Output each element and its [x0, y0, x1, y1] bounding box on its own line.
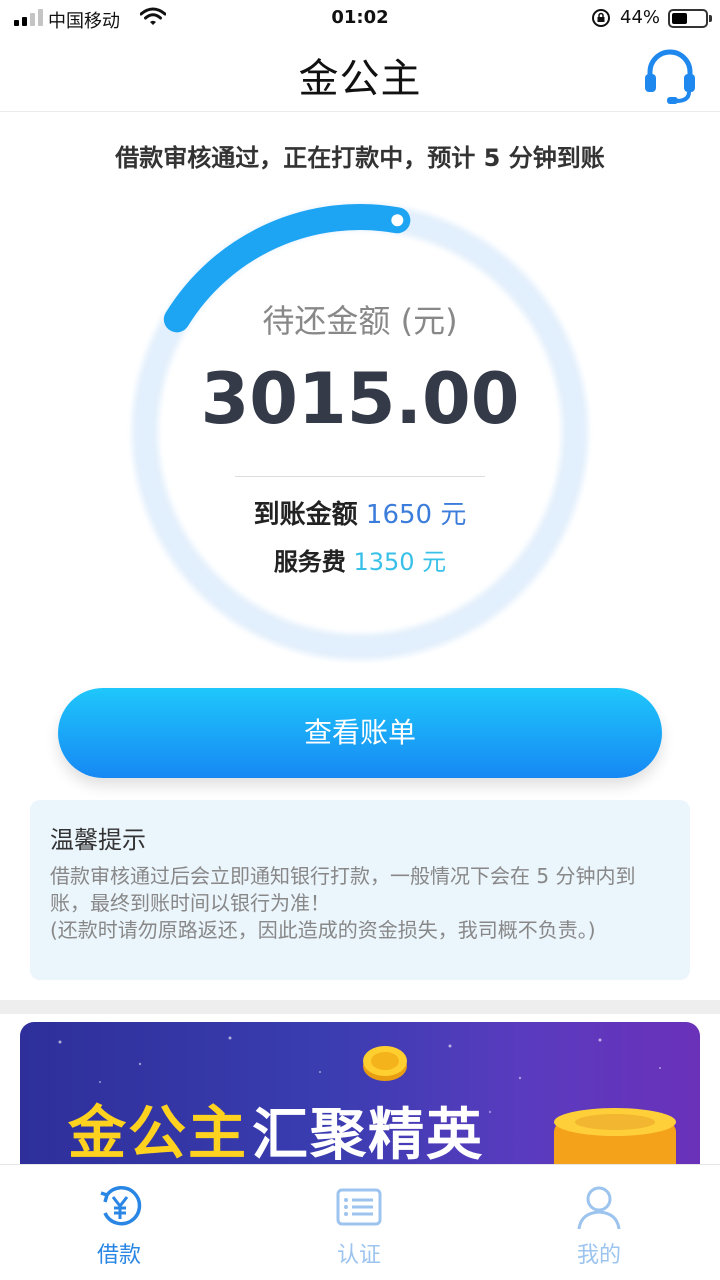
- id-card-icon: [336, 1188, 382, 1226]
- tip-body-1: 借款审核通过后会立即通知银行打款，一般情况下会在 5 分钟内到账，最终到账时间以…: [50, 864, 636, 915]
- tab-label: 借款: [96, 1243, 141, 1268]
- banner-slogan: 汇聚精英: [252, 1103, 484, 1168]
- tip-title: 温馨提示: [50, 826, 146, 854]
- repayment-ring: 待还金额 (元) 3015.00 到账金额 1650 元 服务费 1350 元: [120, 192, 600, 672]
- tab-bar: 借款 认证 我的: [0, 1164, 720, 1280]
- status-bar: 中国移动 01:02 44%: [0, 0, 720, 36]
- loan-status-notice: 借款审核通过，正在打款中，预计 5 分钟到账: [115, 144, 605, 172]
- promo-banner[interactable]: 金公主 汇聚精英: [20, 1022, 700, 1182]
- received-amount-row: 到账金额 1650 元: [120, 494, 600, 531]
- tip-card: 温馨提示 借款审核通过后会立即通知银行打款，一般情况下会在 5 分钟内到账，最终…: [30, 800, 690, 980]
- service-fee-row: 服务费 1350 元: [120, 542, 600, 577]
- tab-label: 我的: [576, 1243, 621, 1268]
- service-fee-label: 服务费: [273, 548, 346, 576]
- divider: [235, 476, 485, 477]
- tab-profile[interactable]: 我的: [539, 1183, 659, 1269]
- banner-brand: 金公主: [68, 1099, 249, 1167]
- amount-due-label: 待还金额 (元): [262, 302, 458, 340]
- gold-coin-icon: [363, 1046, 407, 1081]
- battery-percent: 44%: [620, 7, 661, 28]
- rotation-lock-icon: [592, 9, 610, 27]
- amount-due-value: 3015.00: [200, 358, 520, 440]
- tab-verify[interactable]: 认证: [299, 1183, 419, 1269]
- tab-loan[interactable]: 借款: [59, 1183, 179, 1269]
- tip-body-2: (还款时请勿原路返还，因此造成的资金损失，我司概不负责。): [50, 918, 596, 942]
- user-icon: [577, 1186, 621, 1230]
- loan-yen-icon: [100, 1185, 142, 1226]
- nav-bar: 金公主: [0, 36, 720, 112]
- ring-progress-dot: [391, 214, 404, 227]
- service-fee-value: 1350 元: [353, 548, 447, 576]
- section-divider: [0, 1000, 720, 1014]
- view-bill-button[interactable]: 查看账单: [58, 688, 662, 778]
- received-amount-label: 到账金额: [253, 500, 358, 530]
- battery-icon: [668, 9, 712, 28]
- tab-label: 认证: [336, 1243, 381, 1268]
- page-title: 金公主: [298, 56, 422, 102]
- headset-icon[interactable]: [640, 46, 700, 106]
- clock: 01:02: [331, 7, 389, 28]
- received-amount-value: 1650 元: [365, 500, 467, 530]
